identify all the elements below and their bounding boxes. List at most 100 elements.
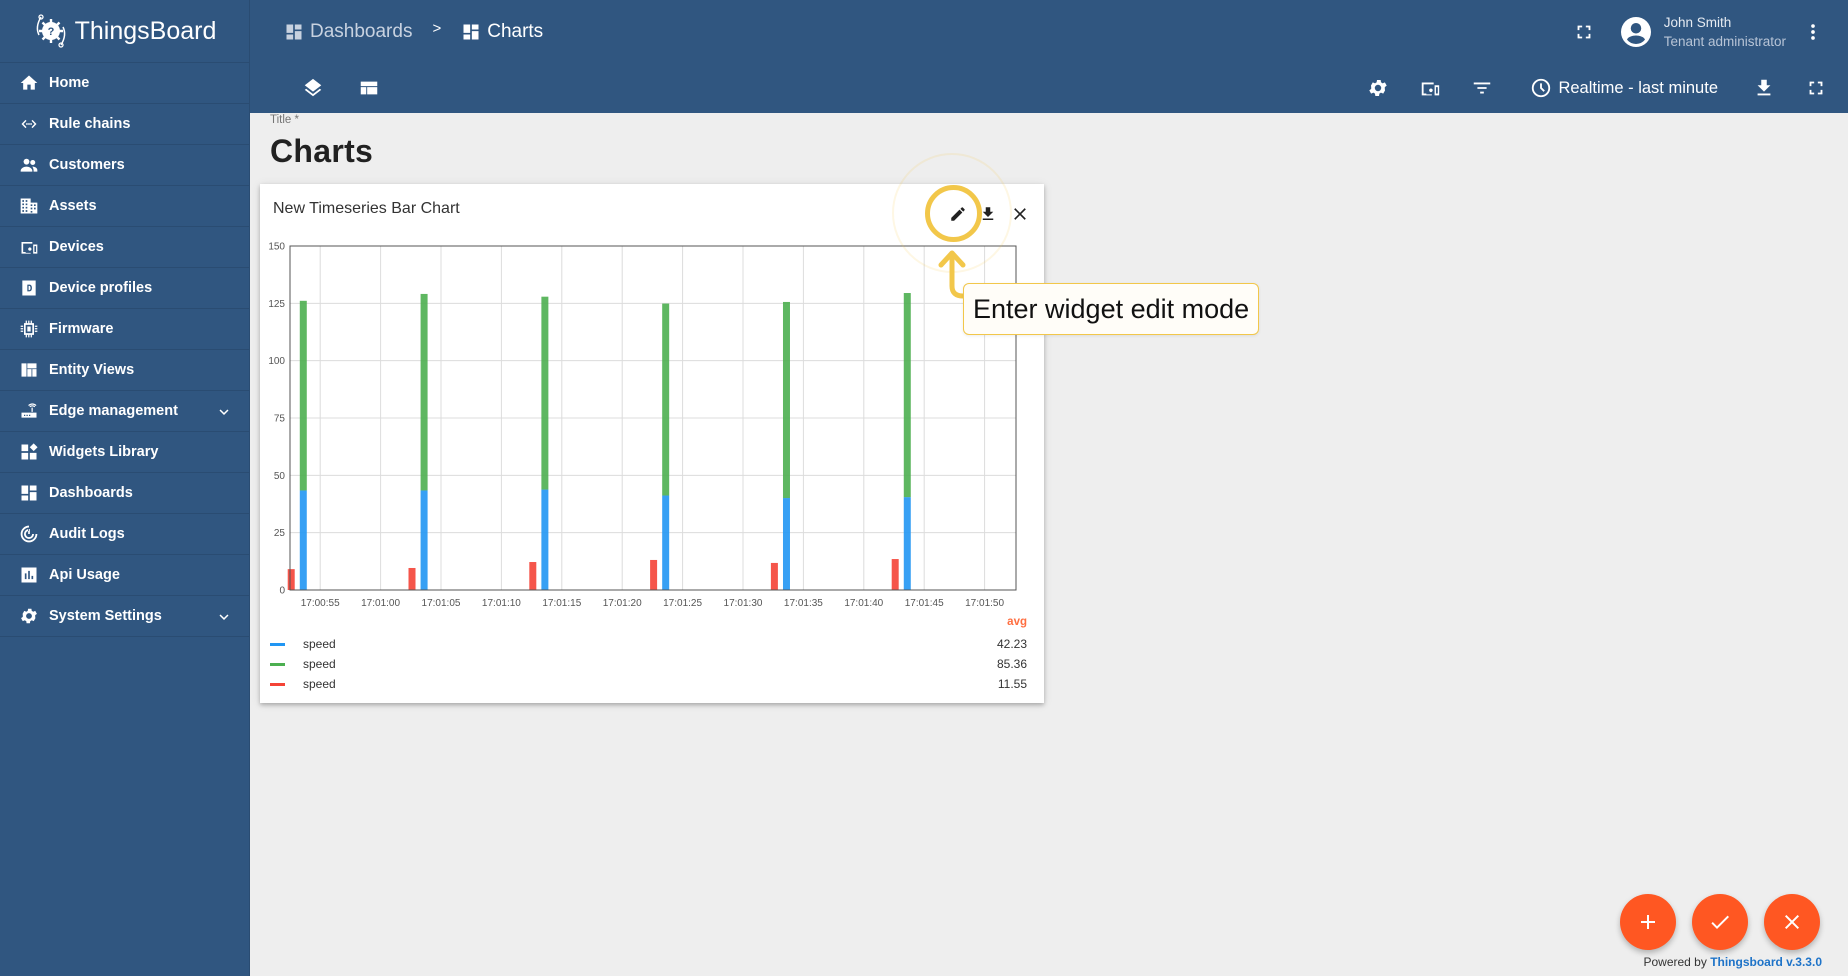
legend-entry[interactable]: speed 85.36 bbox=[270, 654, 1027, 674]
bar-2-0 bbox=[299, 300, 307, 491]
y-tick-label: 0 bbox=[279, 586, 285, 597]
y-tick-label: 25 bbox=[274, 528, 286, 539]
chevron-down-icon[interactable] bbox=[215, 608, 233, 626]
close-icon bbox=[1785, 915, 1799, 929]
dashboard-fullscreen-button[interactable] bbox=[1790, 68, 1842, 108]
x-tick-label: 17:01:30 bbox=[724, 598, 763, 609]
sidebar-item-label: Api Usage bbox=[49, 567, 120, 583]
layers-button[interactable] bbox=[300, 75, 326, 101]
user-name: John Smith bbox=[1663, 14, 1732, 30]
sidebar-item-dashboards[interactable]: Dashboards bbox=[0, 473, 249, 514]
sidebar-item-edge-management[interactable]: Edge management bbox=[0, 391, 249, 432]
sidebar-item-assets[interactable]: Assets bbox=[0, 186, 249, 227]
filters-button[interactable] bbox=[1456, 68, 1508, 108]
x-tick-label: 17:01:35 bbox=[784, 598, 823, 609]
sidebar-item-label: Device profiles bbox=[49, 280, 153, 296]
breadcrumb-label: Dashboards bbox=[310, 20, 413, 42]
check-icon bbox=[1711, 915, 1729, 929]
title-field-label: Title * bbox=[270, 114, 299, 126]
y-tick-label: 100 bbox=[268, 356, 285, 367]
sidebar: ? ThingsBoard Home Rule chains Customers… bbox=[0, 0, 250, 976]
bar-1-2 bbox=[541, 489, 549, 590]
legend-entry[interactable]: speed 11.55 bbox=[270, 674, 1027, 694]
user-avatar[interactable] bbox=[1618, 14, 1654, 50]
bar-1-4 bbox=[782, 498, 790, 590]
sidebar-item-device-profiles[interactable]: Device profiles bbox=[0, 268, 249, 309]
bar-2-5 bbox=[903, 293, 911, 498]
y-tick-label: 150 bbox=[268, 242, 285, 253]
sidebar-item-widgets-library[interactable]: Widgets Library bbox=[0, 432, 249, 473]
edge-icon bbox=[18, 400, 40, 422]
audit-logs-icon bbox=[18, 523, 40, 545]
y-tick-label: 125 bbox=[268, 299, 285, 310]
sidebar-item-label: Devices bbox=[49, 239, 104, 255]
svg-text:?: ? bbox=[47, 26, 54, 38]
sidebar-item-label: Audit Logs bbox=[49, 526, 125, 542]
entity-aliases-button[interactable] bbox=[1404, 68, 1456, 108]
sidebar-item-label: Dashboards bbox=[49, 485, 133, 501]
breadcrumb-charts: Charts bbox=[461, 21, 543, 43]
legend-swatch bbox=[270, 642, 285, 646]
tooltip: Enter widget edit mode bbox=[963, 283, 1260, 335]
sidebar-item-label: Edge management bbox=[49, 403, 178, 419]
more-menu-button[interactable] bbox=[1798, 12, 1828, 52]
bar-2-3 bbox=[662, 303, 670, 496]
sidebar-item-rule-chains[interactable]: Rule chains bbox=[0, 104, 249, 145]
legend-label: speed bbox=[303, 677, 336, 691]
dashboards-icon bbox=[286, 24, 302, 39]
user-role: Tenant administrator bbox=[1663, 33, 1786, 49]
sidebar-item-home[interactable]: Home bbox=[0, 63, 249, 104]
x-tick-label: 17:01:25 bbox=[663, 598, 702, 609]
sidebar-item-firmware[interactable]: Firmware bbox=[0, 309, 249, 350]
bar-2-4 bbox=[782, 301, 790, 499]
devices-icon bbox=[18, 236, 40, 258]
breadcrumb-label: Charts bbox=[487, 20, 544, 42]
dashboard-settings-button[interactable] bbox=[1352, 68, 1404, 108]
bar-1-0 bbox=[299, 490, 307, 590]
decline-changes-button[interactable] bbox=[1764, 894, 1820, 950]
breadcrumb-dashboards[interactable]: Dashboards bbox=[284, 21, 412, 43]
chart-legend: avg speed 42.23 speed 85.36 speed 11.55 bbox=[270, 616, 1027, 694]
x-tick-label: 17:00:55 bbox=[301, 598, 340, 609]
sidebar-item-label: Widgets Library bbox=[49, 444, 159, 460]
layouts-button[interactable] bbox=[356, 75, 382, 101]
legend-entry[interactable]: speed 42.23 bbox=[270, 634, 1027, 654]
app-name: ThingsBoard bbox=[74, 16, 217, 45]
sidebar-item-label: System Settings bbox=[49, 608, 162, 624]
bar-chart: 0 25 50 75 100 125 150 17:00:55 17:01:00 17:01:05… bbox=[268, 242, 1017, 609]
rule-chains-icon bbox=[18, 113, 40, 135]
fullscreen-button[interactable] bbox=[1564, 12, 1604, 52]
legend-swatch bbox=[270, 682, 285, 686]
sidebar-item-system-settings[interactable]: System Settings bbox=[0, 596, 249, 637]
sidebar-item-api-usage[interactable]: Api Usage bbox=[0, 555, 249, 596]
dashboards-icon bbox=[463, 24, 479, 39]
user-area: John Smith Tenant administrator bbox=[1564, 0, 1848, 63]
x-tick-label: 17:01:40 bbox=[844, 598, 883, 609]
dashboard-title-input[interactable]: Charts bbox=[270, 133, 373, 170]
logo[interactable]: ? ThingsBoard bbox=[0, 0, 249, 63]
timeseries-bar-chart-widget[interactable]: New Timeseries Bar Chart 0 25 50 75 100 125 15… bbox=[260, 184, 1044, 703]
breadcrumb-separator: > bbox=[432, 20, 442, 37]
sidebar-item-entity-views[interactable]: Entity Views bbox=[0, 350, 249, 391]
x-tick-label: 17:01:00 bbox=[361, 598, 400, 609]
sidebar-item-customers[interactable]: Customers bbox=[0, 145, 249, 186]
timewindow-button[interactable]: Realtime - last minute bbox=[1530, 77, 1718, 99]
legend-avg-value: 85.36 bbox=[996, 657, 1027, 671]
chevron-down-icon[interactable] bbox=[215, 403, 233, 421]
widgets-icon bbox=[18, 441, 40, 463]
apply-changes-button[interactable] bbox=[1692, 894, 1748, 950]
export-dashboard-button[interactable] bbox=[1738, 68, 1790, 108]
x-tick-label: 17:01:50 bbox=[965, 598, 1004, 609]
sidebar-item-audit-logs[interactable]: Audit Logs bbox=[0, 514, 249, 555]
thingsboard-version-link[interactable]: Thingsboard v.3.3.0 bbox=[1710, 955, 1822, 969]
legend-avg-value: 42.23 bbox=[996, 637, 1027, 651]
thingsboard-logo-icon: ? bbox=[36, 14, 65, 48]
bar-0-1 bbox=[408, 567, 416, 590]
user-info[interactable]: John Smith Tenant administrator bbox=[1654, 13, 1786, 51]
firmware-icon bbox=[18, 318, 40, 340]
powered-by: Powered by Thingsboard v.3.3.0 bbox=[1643, 955, 1822, 969]
sidebar-item-label: Rule chains bbox=[49, 116, 131, 132]
add-widget-button[interactable] bbox=[1620, 894, 1676, 950]
sidebar-item-devices[interactable]: Devices bbox=[0, 227, 249, 268]
legend-label: speed bbox=[303, 637, 336, 651]
